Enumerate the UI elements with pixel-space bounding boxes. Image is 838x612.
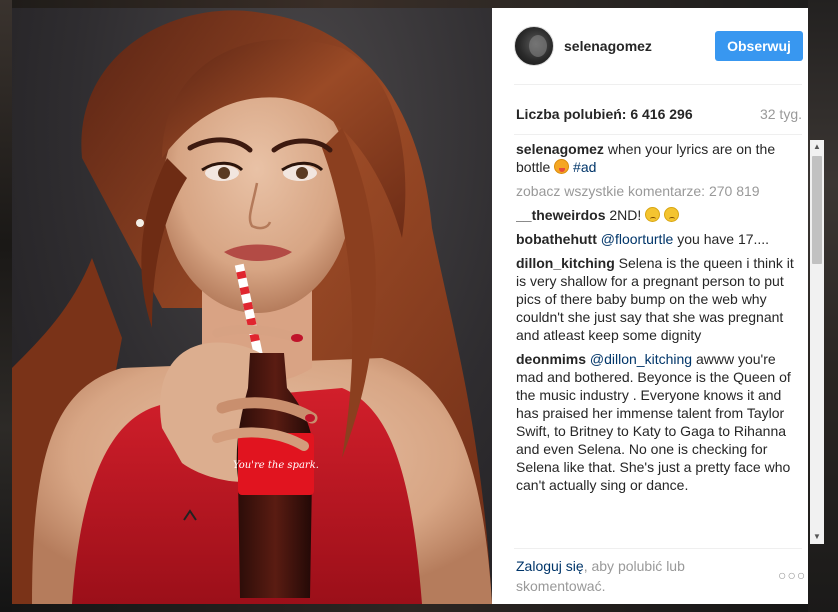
- feed-backdrop-bottom: [12, 604, 808, 612]
- sad-face-icon: [664, 207, 680, 222]
- post-photo-illustration: You're the spark.: [12, 10, 492, 604]
- comment-item: bobathehutt @floorturtle you have 17....: [516, 230, 804, 248]
- username-link[interactable]: selenagomez: [564, 38, 652, 54]
- post-details-panel: selenagomez Obserwuj Liczba polubień: 6 …: [492, 8, 824, 604]
- comment-text: you have 17....: [673, 231, 770, 247]
- sad-face-icon: [645, 207, 661, 222]
- follow-button[interactable]: Obserwuj: [715, 31, 803, 61]
- likes-row: Liczba polubień: 6 416 296 32 tyg.: [516, 106, 802, 122]
- scroll-down-arrow-icon[interactable]: ▼: [810, 530, 824, 544]
- post-timestamp[interactable]: 32 tyg.: [760, 106, 802, 122]
- caption-hashtag[interactable]: #ad: [573, 159, 596, 175]
- post-photo[interactable]: You're the spark.: [12, 8, 492, 604]
- comments-list[interactable]: selenagomez when your lyrics are on the …: [516, 140, 804, 544]
- view-all-comments-link[interactable]: zobacz wszystkie komentarze: 270 819: [516, 182, 804, 200]
- comment-author[interactable]: bobathehutt: [516, 231, 597, 247]
- footer-divider: [514, 548, 802, 549]
- likes-count[interactable]: Liczba polubień: 6 416 296: [516, 106, 693, 122]
- scrollbar-thumb[interactable]: [812, 156, 822, 264]
- comment-mention[interactable]: @floorturtle: [601, 231, 674, 247]
- avatar[interactable]: [514, 26, 554, 66]
- comment-author[interactable]: __theweirdos: [516, 207, 605, 223]
- feed-backdrop-left: [0, 0, 12, 612]
- post-header: selenagomez Obserwuj: [492, 8, 808, 84]
- scroll-up-arrow-icon[interactable]: ▲: [810, 140, 824, 154]
- login-prompt: Zaloguj się, aby polubić lub skomentować…: [516, 556, 766, 596]
- bottle-label-text: You're the spark.: [233, 460, 319, 471]
- face-with-tongue-icon: [554, 159, 570, 174]
- more-options-icon[interactable]: ○○○: [778, 567, 806, 583]
- caption-author[interactable]: selenagomez: [516, 141, 604, 157]
- comment-item: deonmims @dillon_kitching awww you're ma…: [516, 350, 804, 494]
- comment-item: dillon_kitching Selena is the queen i th…: [516, 254, 804, 344]
- comments-scrollbar[interactable]: ▲ ▼: [810, 140, 824, 544]
- likes-divider: [514, 134, 802, 135]
- caption: selenagomez when your lyrics are on the …: [516, 140, 804, 176]
- comment-text: awww you're mad and bothered. Beyonce is…: [516, 351, 791, 493]
- comment-text: 2ND!: [605, 207, 646, 223]
- feed-backdrop-top: [12, 0, 808, 8]
- header-divider: [514, 84, 802, 85]
- comment-author[interactable]: dillon_kitching: [516, 255, 615, 271]
- comment-item: __theweirdos 2ND!: [516, 206, 804, 224]
- comment-author[interactable]: deonmims: [516, 351, 586, 367]
- login-link[interactable]: Zaloguj się: [516, 558, 584, 574]
- comment-mention[interactable]: @dillon_kitching: [590, 351, 692, 367]
